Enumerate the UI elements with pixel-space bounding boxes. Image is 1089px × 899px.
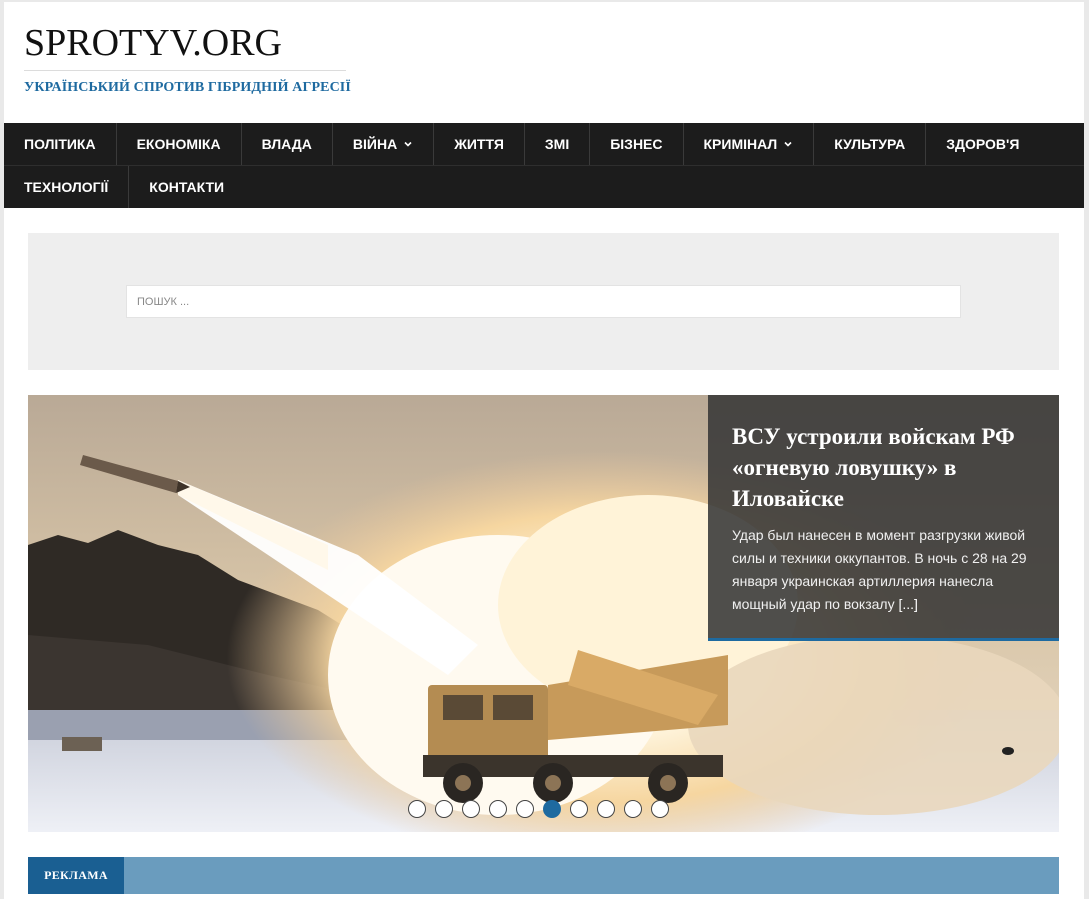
nav-item-9[interactable]: КУЛЬТУРА — [814, 123, 927, 165]
nav-item-7[interactable]: БІЗНЕС — [590, 123, 684, 165]
nav-item-5[interactable]: ЖИТТЯ — [434, 123, 525, 165]
site-header: SPROTYV.ORG УКРАЇНСЬКИЙ СПРОТИВ ГІБРИДНІ… — [4, 2, 1084, 123]
slider-pagination — [408, 800, 669, 818]
nav-item-4[interactable]: ВІЙНА — [333, 123, 435, 165]
nav-item-label: КОНТАКТИ — [149, 179, 225, 195]
nav-item-1[interactable]: ПОЛІТИКА — [4, 123, 117, 165]
ad-section-header: РЕКЛАМА — [28, 857, 1059, 894]
featured-slider[interactable]: ВСУ устроили войскам РФ «огневую ловушку… — [28, 395, 1059, 832]
ad-label: РЕКЛАМА — [28, 857, 124, 894]
nav-row-primary: ПОЛІТИКА ЕКОНОМІКА ВЛАДА ВІЙНА ЖИТТЯ ЗМІ БІЗНЕ… — [4, 123, 1039, 165]
nav-item-2[interactable]: КОНТАКТИ — [129, 166, 244, 208]
nav-item-label: ЕКОНОМІКА — [136, 136, 221, 152]
nav-item-8[interactable]: КРИМІНАЛ — [684, 123, 815, 165]
nav-row-secondary: ТЕХНОЛОГІЇ КОНТАКТИ — [4, 166, 244, 208]
nav-item-label: ПОЛІТИКА — [24, 136, 96, 152]
nav-item-label: ВІЙНА — [352, 136, 398, 152]
site-title[interactable]: SPROTYV.ORG — [24, 22, 282, 64]
site-tagline: УКРАЇНСЬКИЙ СПРОТИВ ГІБРИДНІЙ АГРЕСІЇ — [24, 80, 351, 95]
nav-item-label: ТЕХНОЛОГІЇ — [24, 179, 109, 195]
slide-excerpt: Удар был нанесен в момент разгрузки живо… — [732, 524, 1035, 616]
chevron-down-icon — [784, 141, 792, 147]
search-panel — [28, 233, 1059, 370]
nav-item-label: ВЛАДА — [261, 136, 312, 152]
nav-item-label: ЗДОРОВ'Я — [946, 136, 1020, 152]
slider-dot-2[interactable] — [435, 800, 453, 818]
nav-item-label: КРИМІНАЛ — [703, 136, 778, 152]
title-divider — [24, 70, 346, 71]
nav-item-label: БІЗНЕС — [610, 136, 663, 152]
nav-item-3[interactable]: ВЛАДА — [242, 123, 333, 165]
slider-dot-5[interactable] — [516, 800, 534, 818]
slider-dot-3[interactable] — [462, 800, 480, 818]
slider-dot-10[interactable] — [651, 800, 669, 818]
slide-excerpt-text: Удар был нанесен в момент разгрузки живо… — [732, 527, 1027, 612]
nav-item-6[interactable]: ЗМІ — [525, 123, 591, 165]
main-navigation: ПОЛІТИКА ЕКОНОМІКА ВЛАДА ВІЙНА ЖИТТЯ ЗМІ БІЗНЕ… — [4, 123, 1084, 208]
slider-dot-1[interactable] — [408, 800, 426, 818]
nav-item-1[interactable]: ТЕХНОЛОГІЇ — [4, 166, 130, 208]
search-input[interactable] — [126, 285, 961, 318]
nav-item-label: ЖИТТЯ — [454, 136, 504, 152]
nav-item-2[interactable]: ЕКОНОМІКА — [117, 123, 242, 165]
nav-item-10[interactable]: ЗДОРОВ'Я — [926, 123, 1039, 165]
slider-dot-6[interactable] — [543, 800, 561, 818]
nav-item-label: КУЛЬТУРА — [834, 136, 906, 152]
slider-dot-4[interactable] — [489, 800, 507, 818]
slide-title[interactable]: ВСУ устроили войскам РФ «огневую ловушку… — [732, 421, 1035, 514]
slider-dot-9[interactable] — [624, 800, 642, 818]
chevron-down-icon — [404, 141, 412, 147]
slider-dot-7[interactable] — [570, 800, 588, 818]
slider-dot-8[interactable] — [597, 800, 615, 818]
slide-caption: ВСУ устроили войскам РФ «огневую ловушку… — [708, 395, 1059, 641]
nav-item-label: ЗМІ — [544, 136, 570, 152]
page: SPROTYV.ORG УКРАЇНСЬКИЙ СПРОТИВ ГІБРИДНІ… — [4, 2, 1084, 899]
read-more-link[interactable]: [...] — [898, 596, 917, 612]
